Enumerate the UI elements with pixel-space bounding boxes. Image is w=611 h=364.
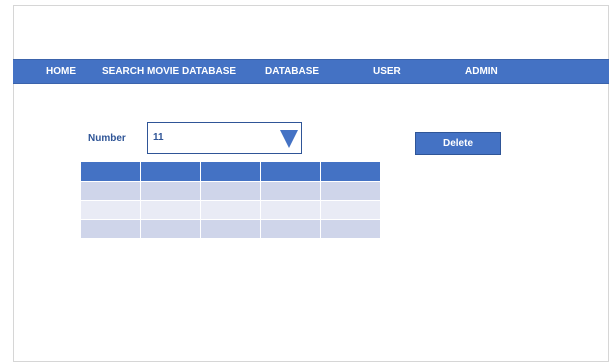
- table-cell[interactable]: [200, 219, 261, 239]
- table-row[interactable]: [80, 200, 381, 220]
- nav-database[interactable]: DATABASE: [265, 60, 319, 83]
- number-label: Number: [88, 133, 126, 144]
- table-cell[interactable]: [200, 200, 261, 220]
- triangle-down-icon[interactable]: [279, 129, 299, 149]
- table-cell[interactable]: [80, 181, 141, 201]
- table-header-cell: [200, 161, 261, 182]
- nav-user[interactable]: USER: [373, 60, 401, 83]
- table-cell[interactable]: [140, 181, 201, 201]
- table-cell[interactable]: [320, 219, 381, 239]
- table-row[interactable]: [80, 181, 381, 201]
- table-cell[interactable]: [200, 181, 261, 201]
- table-header-cell: [320, 161, 381, 182]
- table-cell[interactable]: [80, 200, 141, 220]
- table-cell[interactable]: [140, 200, 201, 220]
- number-select[interactable]: 11: [147, 122, 302, 154]
- table-header-cell: [140, 161, 201, 182]
- number-select-value: 11: [153, 132, 164, 143]
- data-table: [80, 161, 381, 239]
- table-cell[interactable]: [320, 181, 381, 201]
- table-cell[interactable]: [260, 181, 321, 201]
- nav-admin[interactable]: ADMIN: [465, 60, 498, 83]
- table-cell[interactable]: [140, 219, 201, 239]
- table-cell[interactable]: [80, 219, 141, 239]
- table-cell[interactable]: [260, 200, 321, 220]
- table-cell[interactable]: [320, 200, 381, 220]
- table-row[interactable]: [80, 219, 381, 239]
- table-header-cell: [80, 161, 141, 182]
- delete-button[interactable]: Delete: [415, 132, 501, 155]
- table-cell[interactable]: [260, 219, 321, 239]
- nav-home[interactable]: HOME: [46, 60, 76, 83]
- table-header-cell: [260, 161, 321, 182]
- nav-search-movie-database[interactable]: SEARCH MOVIE DATABASE: [102, 60, 236, 83]
- top-navbar: HOME SEARCH MOVIE DATABASE DATABASE USER…: [13, 59, 609, 84]
- table-header-row: [80, 161, 381, 182]
